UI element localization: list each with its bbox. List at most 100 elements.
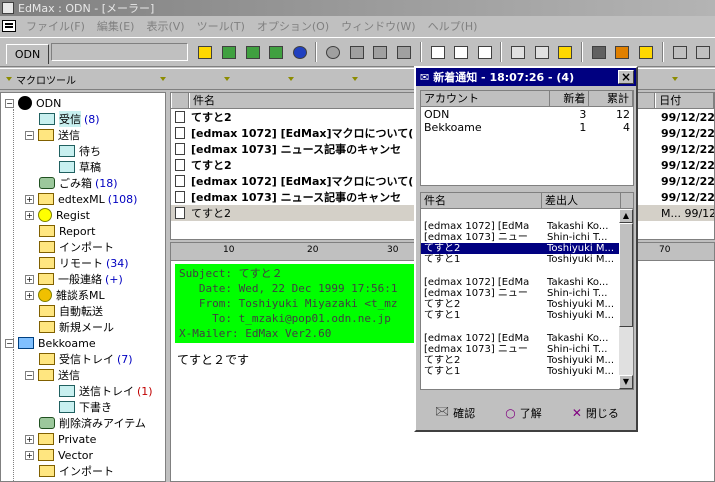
expand-icon[interactable]: + xyxy=(25,210,34,220)
compose-icon[interactable] xyxy=(348,43,366,61)
expand-icon[interactable]: + xyxy=(25,194,34,204)
address-book-icon[interactable] xyxy=(533,43,551,61)
folder-icon xyxy=(39,305,55,317)
attach-icon[interactable] xyxy=(509,43,527,61)
tree-item-regist[interactable]: + Regist xyxy=(25,207,90,223)
up-down-icon[interactable] xyxy=(614,43,632,61)
column-header-subject[interactable]: 件名 xyxy=(421,193,542,208)
macro-slot[interactable] xyxy=(302,70,366,88)
list-item[interactable]: てすと1 Toshiyuki M... xyxy=(421,310,633,321)
tree-item-trash[interactable]: ごみ箱 (18) xyxy=(39,175,118,191)
tree-item-import-2[interactable]: インポート xyxy=(39,463,114,479)
tree-item-newmail[interactable]: 新規メール xyxy=(39,319,114,335)
column-header-new[interactable]: 新着 xyxy=(550,91,590,106)
vertical-scrollbar[interactable]: ▲ ▼ xyxy=(619,209,633,389)
paste-icon[interactable] xyxy=(476,43,494,61)
expand-icon[interactable]: + xyxy=(25,290,34,300)
menu-tools[interactable]: ツール(T) xyxy=(191,18,251,34)
expand-icon[interactable]: + xyxy=(25,274,34,284)
macro-tool-menu[interactable]: マクロツール xyxy=(0,72,110,87)
row-subject: [edmax 1072] [EdMax]マクロについて( xyxy=(191,127,414,140)
list-item[interactable]: [edmax 1073] ニュー Shin-ichi T... xyxy=(421,344,633,355)
book-icon[interactable] xyxy=(557,43,575,61)
tree-item-report[interactable]: Report xyxy=(39,223,95,239)
list-item[interactable]: てすと2 Toshiyuki M... xyxy=(421,355,633,366)
column-header-from[interactable]: 差出人 xyxy=(542,193,621,208)
document-icon[interactable] xyxy=(429,43,447,61)
column-header-total[interactable]: 累計 xyxy=(589,91,633,106)
list-item[interactable]: [edmax 1073] ニュー Shin-ichi T... xyxy=(421,288,633,299)
list-item[interactable]: てすと1 Toshiyuki M... xyxy=(421,254,633,265)
menu-view[interactable]: 表示(V) xyxy=(140,18,190,34)
close-icon[interactable]: × xyxy=(618,70,634,84)
tree-item-edtexml[interactable]: + edtexML (108) xyxy=(25,191,137,207)
account-field[interactable] xyxy=(50,43,188,61)
list-item[interactable]: てすと1 Toshiyuki M... xyxy=(421,366,633,377)
tree-item-sent-2[interactable]: − 送信 xyxy=(25,367,80,383)
tree-item-drafts-2[interactable]: 下書き xyxy=(59,399,112,415)
tree-item-odn[interactable]: − ODN xyxy=(5,95,61,111)
list-item-selected[interactable]: てすと2 Toshiyuki M... xyxy=(421,243,633,254)
forward-icon[interactable] xyxy=(395,43,413,61)
menu-options[interactable]: オプション(O) xyxy=(251,18,335,34)
scroll-up-icon[interactable]: ▲ xyxy=(619,209,633,223)
list-item[interactable]: [edmax 1073] ニュー Shin-ichi T... xyxy=(421,232,633,243)
copy-icon[interactable] xyxy=(452,43,470,61)
collapse-icon[interactable]: − xyxy=(25,370,34,380)
settings-icon[interactable] xyxy=(671,43,689,61)
list-item[interactable]: [edmax 1072] [EdMa Takashi Ko... xyxy=(421,333,633,344)
expand-icon[interactable]: + xyxy=(25,434,34,444)
tree-item-waiting[interactable]: 待ち xyxy=(59,143,101,159)
expand-icon[interactable]: + xyxy=(25,450,34,460)
column-header-icon[interactable] xyxy=(171,93,189,108)
macro-slot[interactable] xyxy=(238,70,302,88)
clock-icon[interactable] xyxy=(291,43,309,61)
window-menu-icon[interactable] xyxy=(2,20,16,32)
column-header-date[interactable]: 日付 xyxy=(655,93,714,108)
tree-item-private[interactable]: + Private xyxy=(25,431,96,447)
tree-item-deleted[interactable]: 削除済みアイテム xyxy=(39,415,146,431)
tree-item-inbox-tray[interactable]: 受信トレイ (7) xyxy=(39,351,133,367)
list-item[interactable]: [edmax 1072] [EdMa Takashi Ko... xyxy=(421,277,633,288)
collapse-icon[interactable]: − xyxy=(5,98,14,108)
list-item[interactable]: てすと2 Toshiyuki M... xyxy=(421,299,633,310)
scroll-thumb[interactable] xyxy=(619,223,633,327)
ok-button[interactable]: ○ 了解 xyxy=(505,405,541,421)
send-receive-icon[interactable] xyxy=(244,43,262,61)
stop-icon[interactable] xyxy=(324,43,342,61)
more-icon[interactable] xyxy=(694,43,712,61)
folder-move-icon[interactable] xyxy=(637,43,655,61)
collapse-icon[interactable]: − xyxy=(5,338,14,348)
collapse-icon[interactable]: − xyxy=(25,130,34,140)
menu-help[interactable]: ヘルプ(H) xyxy=(422,18,484,34)
receive-icon[interactable] xyxy=(220,43,238,61)
tree-item-chat-ml[interactable]: + 雑談系ML xyxy=(25,287,105,303)
tree-item-general[interactable]: + 一般連絡 (+) xyxy=(25,271,123,287)
column-header-account[interactable]: アカウント xyxy=(421,91,550,106)
confirm-button[interactable]: 🖂 確認 xyxy=(435,402,475,423)
new-folder-icon[interactable] xyxy=(197,43,215,61)
account-row[interactable]: ODN 3 12 xyxy=(421,107,633,121)
account-tab[interactable]: ODN xyxy=(6,44,49,64)
tree-item-remote[interactable]: リモート (34) xyxy=(39,255,129,271)
close-button[interactable]: ✕ 閉じる xyxy=(572,405,619,421)
list-item[interactable]: [edmax 1072] [EdMa Takashi Ko... xyxy=(421,221,633,232)
tree-item-drafts[interactable]: 草稿 xyxy=(59,159,101,175)
find-icon[interactable] xyxy=(590,43,608,61)
tree-item-bekkoame[interactable]: − Bekkoame xyxy=(5,335,96,351)
reply-icon[interactable] xyxy=(372,43,390,61)
tree-item-import[interactable]: インポート xyxy=(39,239,114,255)
tree-item-outbox[interactable]: 送信トレイ (1) xyxy=(59,383,153,399)
menu-file[interactable]: ファイル(F) xyxy=(20,18,91,34)
menu-window[interactable]: ウィンドウ(W) xyxy=(335,18,421,34)
tree-item-sent[interactable]: − 送信 xyxy=(25,127,80,143)
tree-item-vector[interactable]: + Vector xyxy=(25,447,93,463)
send-icon[interactable] xyxy=(267,43,285,61)
tree-item-inbox[interactable]: 受信 (8) xyxy=(39,111,100,127)
account-row[interactable]: Bekkoame 1 4 xyxy=(421,120,633,134)
tree-item-autoforward[interactable]: 自動転送 xyxy=(39,303,103,319)
menu-edit[interactable]: 編集(E) xyxy=(91,18,141,34)
scroll-down-icon[interactable]: ▼ xyxy=(619,375,633,389)
macro-slot[interactable] xyxy=(174,70,238,88)
macro-slot[interactable] xyxy=(110,70,174,88)
